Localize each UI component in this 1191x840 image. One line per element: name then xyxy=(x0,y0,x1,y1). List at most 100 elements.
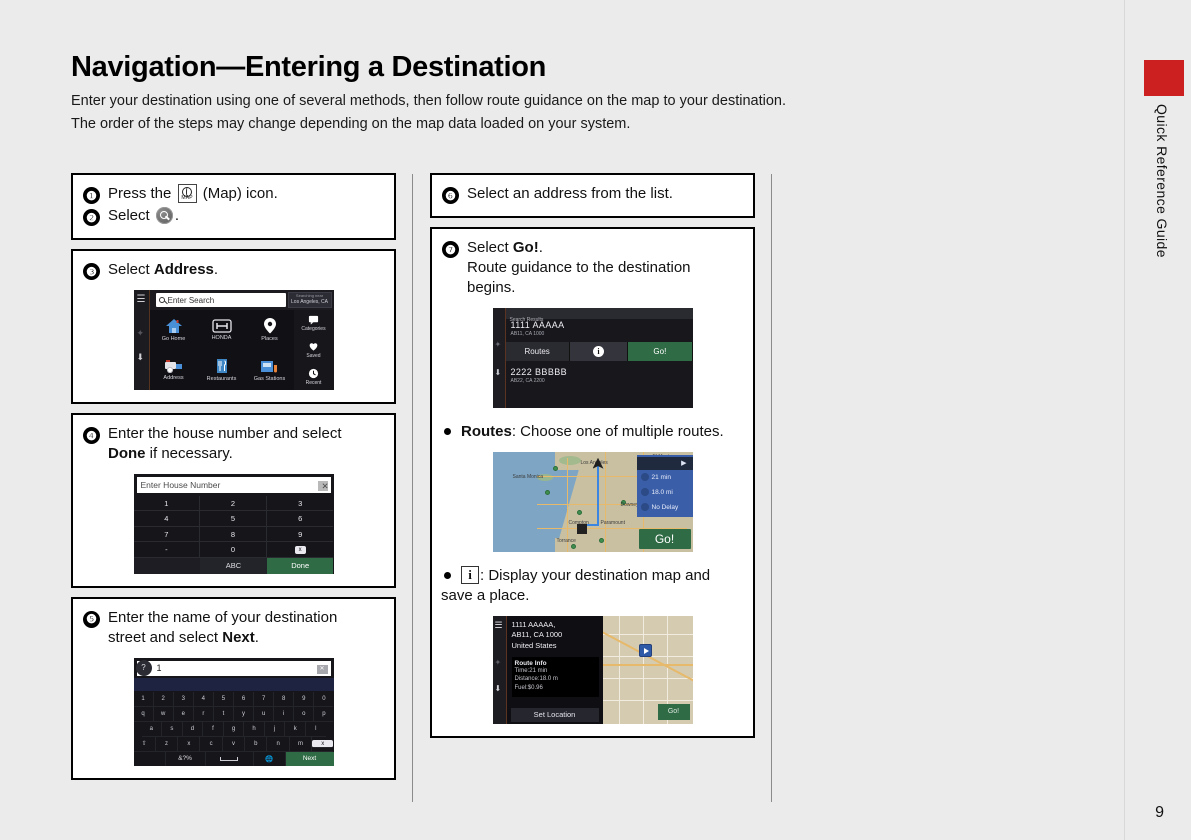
street-name-input[interactable]: ? 1 ✕ xyxy=(135,659,331,676)
key-y[interactable]: y xyxy=(233,706,255,722)
help-icon[interactable]: ? xyxy=(135,659,152,676)
key-o[interactable]: o xyxy=(294,706,315,722)
step-6-number: ❻ xyxy=(442,187,459,204)
up-arrow-icon[interactable]: ✦ xyxy=(495,658,502,667)
routes-button[interactable]: Routes xyxy=(505,341,570,361)
key-x[interactable]: x xyxy=(178,736,201,752)
abc-button[interactable]: ABC xyxy=(200,557,267,574)
result-item-2[interactable]: 2222 BBBBB AB22, CA 2200 xyxy=(506,367,693,384)
key-l[interactable]: l xyxy=(306,722,326,737)
clear-icon[interactable]: ✕ xyxy=(317,480,329,491)
key-r[interactable]: r xyxy=(193,706,214,722)
key-w[interactable]: w xyxy=(153,706,174,722)
side-item-saved[interactable]: Saved xyxy=(294,337,334,364)
go-button[interactable]: Go! xyxy=(657,703,690,720)
key-backspace[interactable] xyxy=(266,542,334,558)
key-i[interactable]: i xyxy=(274,706,295,722)
key-m[interactable]: m xyxy=(289,736,313,752)
key-backspace[interactable] xyxy=(312,737,334,752)
key-k[interactable]: k xyxy=(285,721,306,737)
key-dash[interactable]: - xyxy=(133,542,201,558)
key-z[interactable]: z xyxy=(155,736,179,752)
menu-icon[interactable]: ☰ xyxy=(137,294,146,305)
nav-tile-gas-stations[interactable]: Gas Stations xyxy=(246,350,294,390)
go-button[interactable]: Go! xyxy=(628,341,693,361)
key-s[interactable]: s xyxy=(162,721,183,737)
key-t[interactable]: t xyxy=(213,706,234,722)
key-h[interactable]: h xyxy=(244,721,265,737)
down-arrow-icon[interactable]: ⬇ xyxy=(495,368,502,377)
key-n8[interactable]: 8 xyxy=(274,691,295,707)
destination-map[interactable]: Go! xyxy=(602,615,693,724)
keypad-row: 7 8 9 xyxy=(133,526,334,543)
menu-icon[interactable]: ☰ xyxy=(495,620,503,631)
panel-expand-arrow[interactable]: ▶ xyxy=(636,456,693,470)
nav-tile-places[interactable]: Places xyxy=(246,310,294,350)
key-5[interactable]: 5 xyxy=(200,511,267,527)
key-g[interactable]: g xyxy=(223,721,245,737)
sheet-edge xyxy=(1124,0,1125,840)
nav-tile-go-home[interactable]: Go Home xyxy=(150,310,198,350)
key-0[interactable]: 0 xyxy=(200,542,267,558)
searching-near-badge[interactable]: Searching near Los Angeles, CA xyxy=(287,292,332,308)
done-button[interactable]: Done xyxy=(266,557,334,574)
key-n6[interactable]: 6 xyxy=(233,691,255,707)
result-item-1[interactable]: 1111 AAAAA AB11, CA 1000 xyxy=(506,320,693,337)
key-shift[interactable]: ⇧ xyxy=(133,736,156,752)
key-v[interactable]: v xyxy=(222,736,246,752)
key-n5[interactable]: 5 xyxy=(213,691,234,707)
key-f[interactable]: f xyxy=(203,721,224,737)
step-2-text: Select . xyxy=(108,206,179,226)
step-box-5: ❺ Enter the name of your destination str… xyxy=(71,596,396,780)
key-d[interactable]: d xyxy=(182,721,204,737)
house-number-input[interactable]: Enter House Number ✕ xyxy=(136,476,331,493)
side-item-recent[interactable]: Recent xyxy=(294,363,334,390)
key-j[interactable]: j xyxy=(264,721,286,737)
search-input[interactable]: Enter Search xyxy=(155,293,286,307)
destination-marker-icon xyxy=(576,523,587,534)
space-button[interactable] xyxy=(206,751,254,766)
key-b[interactable]: b xyxy=(245,736,268,752)
up-arrow-icon[interactable]: ✦ xyxy=(495,340,502,349)
key-c[interactable]: c xyxy=(200,736,223,752)
up-arrow-icon[interactable]: ✦ xyxy=(137,328,145,339)
key-n4[interactable]: 4 xyxy=(193,691,214,707)
down-arrow-icon[interactable]: ⬇ xyxy=(137,352,145,363)
key-p[interactable]: p xyxy=(314,707,334,722)
key-q[interactable]: q xyxy=(133,706,154,722)
next-button[interactable]: Next xyxy=(285,751,334,766)
info-button[interactable]: i xyxy=(569,341,629,361)
key-7[interactable]: 7 xyxy=(133,526,201,543)
clear-icon[interactable]: ✕ xyxy=(316,664,328,674)
nav-tile-restaurants[interactable]: Restaurants xyxy=(198,350,246,390)
symbols-button[interactable]: &?% xyxy=(166,751,206,766)
key-3[interactable]: 3 xyxy=(266,496,334,512)
key-n0[interactable]: 0 xyxy=(314,692,334,707)
sr-left-rail: ✦ ⬇ xyxy=(492,307,506,408)
key-n1[interactable]: 1 xyxy=(133,691,154,707)
key-n[interactable]: n xyxy=(267,736,290,752)
step-box-4: ❹ Enter the house number and select Done… xyxy=(71,413,396,588)
key-u[interactable]: u xyxy=(254,706,275,722)
key-6[interactable]: 6 xyxy=(266,511,334,527)
nav-tile-address[interactable]: Address xyxy=(150,350,198,390)
nav-tile-honda[interactable]: HONDA xyxy=(198,310,246,350)
route-summary-panel[interactable]: ▶ 21 min 18.0 mi No Delay xyxy=(636,454,693,517)
key-n7[interactable]: 7 xyxy=(254,691,275,707)
key-e[interactable]: e xyxy=(173,706,194,722)
key-n9[interactable]: 9 xyxy=(294,691,315,707)
key-9[interactable]: 9 xyxy=(266,527,334,543)
key-n3[interactable]: 3 xyxy=(173,691,194,707)
key-a[interactable]: a xyxy=(141,721,163,737)
key-2[interactable]: 2 xyxy=(200,495,267,512)
language-button[interactable]: 🌐 xyxy=(254,751,286,766)
key-8[interactable]: 8 xyxy=(200,526,267,543)
key-4[interactable]: 4 xyxy=(133,511,201,527)
map-street xyxy=(602,677,693,679)
set-location-button[interactable]: Set Location xyxy=(510,707,599,722)
go-button[interactable]: Go! xyxy=(638,528,691,549)
key-n2[interactable]: 2 xyxy=(153,691,174,707)
key-1[interactable]: 1 xyxy=(133,495,201,512)
side-item-categories[interactable]: Categories xyxy=(294,310,334,337)
down-arrow-icon[interactable]: ⬇ xyxy=(495,684,502,693)
